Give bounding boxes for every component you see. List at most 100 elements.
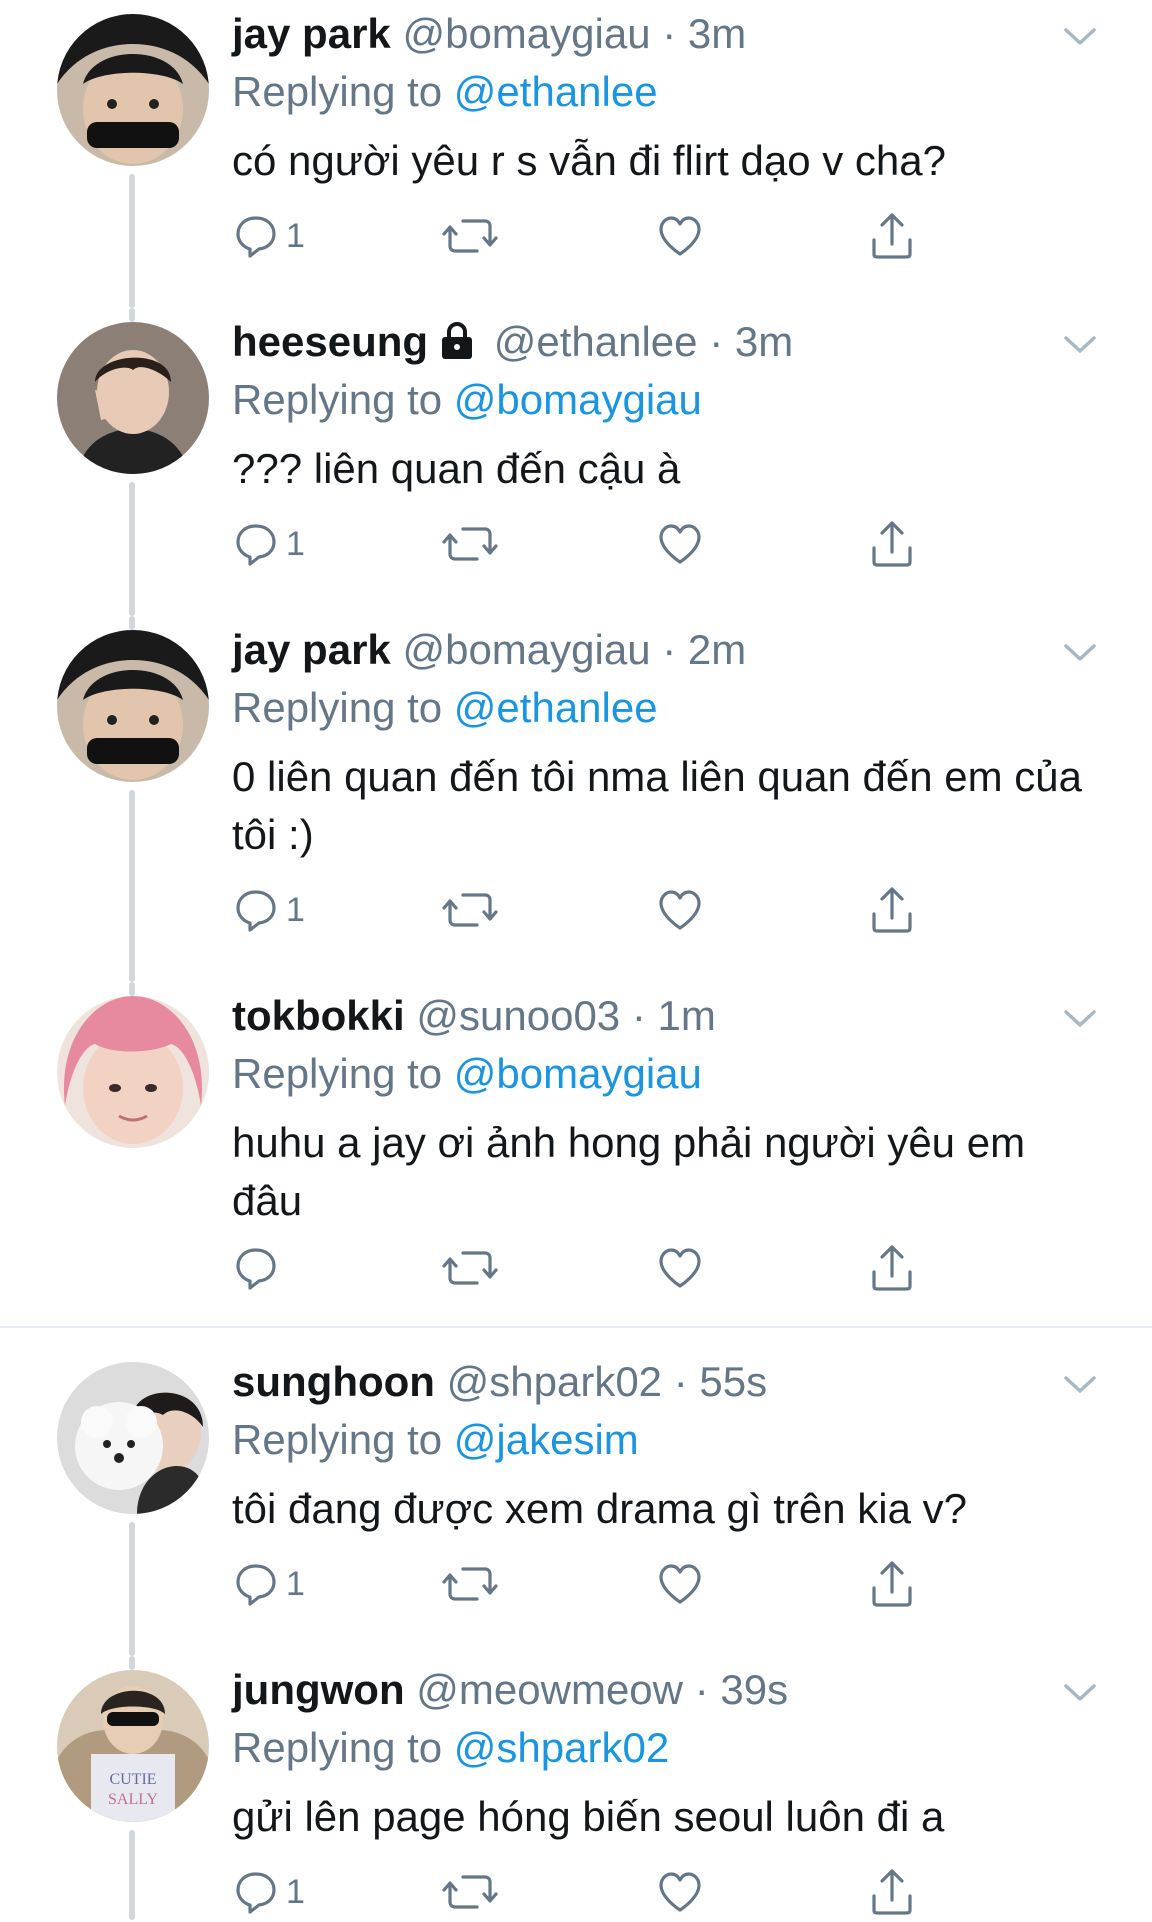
tweet[interactable]: CUTIE SALLY jungwon @meowmeow · 39s Reply… — [0, 1656, 1152, 1920]
display-name[interactable]: heeseung — [232, 318, 428, 365]
like-button[interactable] — [656, 1554, 704, 1614]
retweet-icon — [442, 1251, 498, 1285]
user-handle[interactable]: @bomaygiau — [402, 10, 650, 57]
avatar[interactable] — [57, 630, 209, 782]
mention-link[interactable]: @ethanlee — [454, 68, 658, 115]
tweet[interactable]: jay park @bomaygiau · 2m Replying to @et… — [0, 616, 1152, 982]
svg-text:SALLY: SALLY — [108, 1791, 158, 1808]
avatar[interactable] — [57, 996, 209, 1148]
avatar[interactable]: CUTIE SALLY — [57, 1670, 209, 1822]
reply-button[interactable] — [232, 1238, 286, 1298]
reply-button[interactable]: 1 — [232, 206, 305, 266]
timestamp[interactable]: 55s — [699, 1358, 767, 1405]
share-icon — [872, 213, 912, 259]
thread-line — [129, 616, 135, 630]
like-button[interactable] — [656, 514, 704, 574]
display-name[interactable]: jungwon — [232, 1666, 405, 1713]
reply-button[interactable]: 1 — [232, 514, 305, 574]
timestamp[interactable]: 3m — [688, 10, 746, 57]
chevron-down-icon[interactable] — [1060, 22, 1100, 50]
mention-link[interactable]: @bomaygiau — [454, 376, 702, 423]
share-icon — [872, 1561, 912, 1607]
display-name[interactable]: tokbokki — [232, 992, 405, 1039]
timestamp[interactable]: 2m — [688, 626, 746, 673]
reply-icon — [236, 1872, 276, 1914]
mention-link[interactable]: @ethanlee — [454, 684, 658, 731]
chevron-down-icon[interactable] — [1060, 330, 1100, 358]
tweet-text: huhu a jay ơi ảnh hong phải người yêu em… — [232, 1119, 1026, 1224]
like-button[interactable] — [656, 1238, 704, 1298]
replying-prefix: Replying to — [232, 1724, 443, 1771]
replying-prefix: Replying to — [232, 376, 443, 423]
reply-icon — [236, 890, 276, 932]
tweet-text: ??? liên quan đến cậu à — [232, 445, 681, 492]
reply-button[interactable]: 1 — [232, 880, 305, 940]
user-handle[interactable]: @meowmeow — [416, 1666, 683, 1713]
tweet-header: heeseung @ethanlee · 3m — [232, 316, 1072, 368]
retweet-icon — [442, 893, 498, 927]
share-icon — [872, 521, 912, 567]
retweet-icon — [442, 527, 498, 561]
tweet-text: 0 liên quan đến tôi nma liên quan đến em… — [232, 753, 1082, 858]
reply-button[interactable]: 1 — [232, 1554, 305, 1614]
chevron-down-icon[interactable] — [1060, 1678, 1100, 1706]
tweet-actions — [232, 1238, 932, 1298]
chevron-down-icon[interactable] — [1060, 1004, 1100, 1032]
like-icon — [659, 524, 701, 564]
tweet-text: có người yêu r s vẫn đi flirt dạo v cha? — [232, 137, 946, 184]
timestamp[interactable]: 1m — [658, 992, 716, 1039]
replying-prefix: Replying to — [232, 1416, 443, 1463]
share-button[interactable] — [868, 1554, 916, 1614]
mention-link[interactable]: @bomaygiau — [454, 1050, 702, 1097]
reply-icon — [236, 216, 276, 258]
reply-button[interactable]: 1 — [232, 1862, 305, 1922]
retweet-button[interactable] — [442, 1554, 498, 1614]
share-button[interactable] — [868, 880, 916, 940]
thread-line — [129, 308, 135, 322]
mention-link[interactable]: @jakesim — [454, 1416, 639, 1463]
tweet-actions: 1 — [232, 880, 932, 940]
retweet-button[interactable] — [442, 880, 498, 940]
share-button[interactable] — [868, 206, 916, 266]
share-button[interactable] — [868, 1238, 916, 1298]
like-icon — [659, 890, 701, 930]
tweet[interactable]: heeseung @ethanlee · 3m Replying to @bom… — [0, 308, 1152, 616]
thread-line — [129, 1656, 135, 1670]
like-button[interactable] — [656, 880, 704, 940]
retweet-button[interactable] — [442, 1238, 498, 1298]
chevron-down-icon[interactable] — [1060, 1370, 1100, 1398]
tweet[interactable]: jay park @bomaygiau · 3m Replying to @et… — [0, 0, 1152, 308]
tweet[interactable]: sunghoon @shpark02 · 55s Replying to @ja… — [0, 1348, 1152, 1656]
chevron-down-icon[interactable] — [1060, 638, 1100, 666]
replying-to: Replying to @ethanlee — [232, 682, 658, 734]
share-button[interactable] — [868, 514, 916, 574]
tweet-actions: 1 — [232, 206, 932, 266]
like-button[interactable] — [656, 206, 704, 266]
avatar[interactable] — [57, 1362, 209, 1514]
share-button[interactable] — [868, 1862, 916, 1922]
mention-link[interactable]: @shpark02 — [454, 1724, 669, 1771]
retweet-button[interactable] — [442, 206, 498, 266]
like-button[interactable] — [656, 1862, 704, 1922]
retweet-icon — [442, 1875, 498, 1909]
separator: · — [631, 992, 646, 1039]
reply-count: 1 — [286, 1872, 305, 1911]
retweet-button[interactable] — [442, 1862, 498, 1922]
user-handle[interactable]: @sunoo03 — [416, 992, 620, 1039]
user-handle[interactable]: @shpark02 — [447, 1358, 662, 1405]
reply-count: 1 — [286, 890, 305, 929]
display-name[interactable]: jay park — [232, 10, 391, 57]
retweet-button[interactable] — [442, 514, 498, 574]
separator: · — [662, 10, 677, 57]
timestamp[interactable]: 3m — [735, 318, 793, 365]
user-handle[interactable]: @ethanlee — [494, 318, 698, 365]
avatar[interactable] — [57, 14, 209, 166]
user-handle[interactable]: @bomaygiau — [402, 626, 650, 673]
display-name[interactable]: jay park — [232, 626, 391, 673]
tweet[interactable]: tokbokki @sunoo03 · 1m Replying to @boma… — [0, 982, 1152, 1328]
timestamp[interactable]: 39s — [720, 1666, 788, 1713]
display-name[interactable]: sunghoon — [232, 1358, 435, 1405]
replying-prefix: Replying to — [232, 68, 443, 115]
avatar[interactable] — [57, 322, 209, 474]
tweet-text: tôi đang được xem drama gì trên kia v? — [232, 1485, 967, 1532]
